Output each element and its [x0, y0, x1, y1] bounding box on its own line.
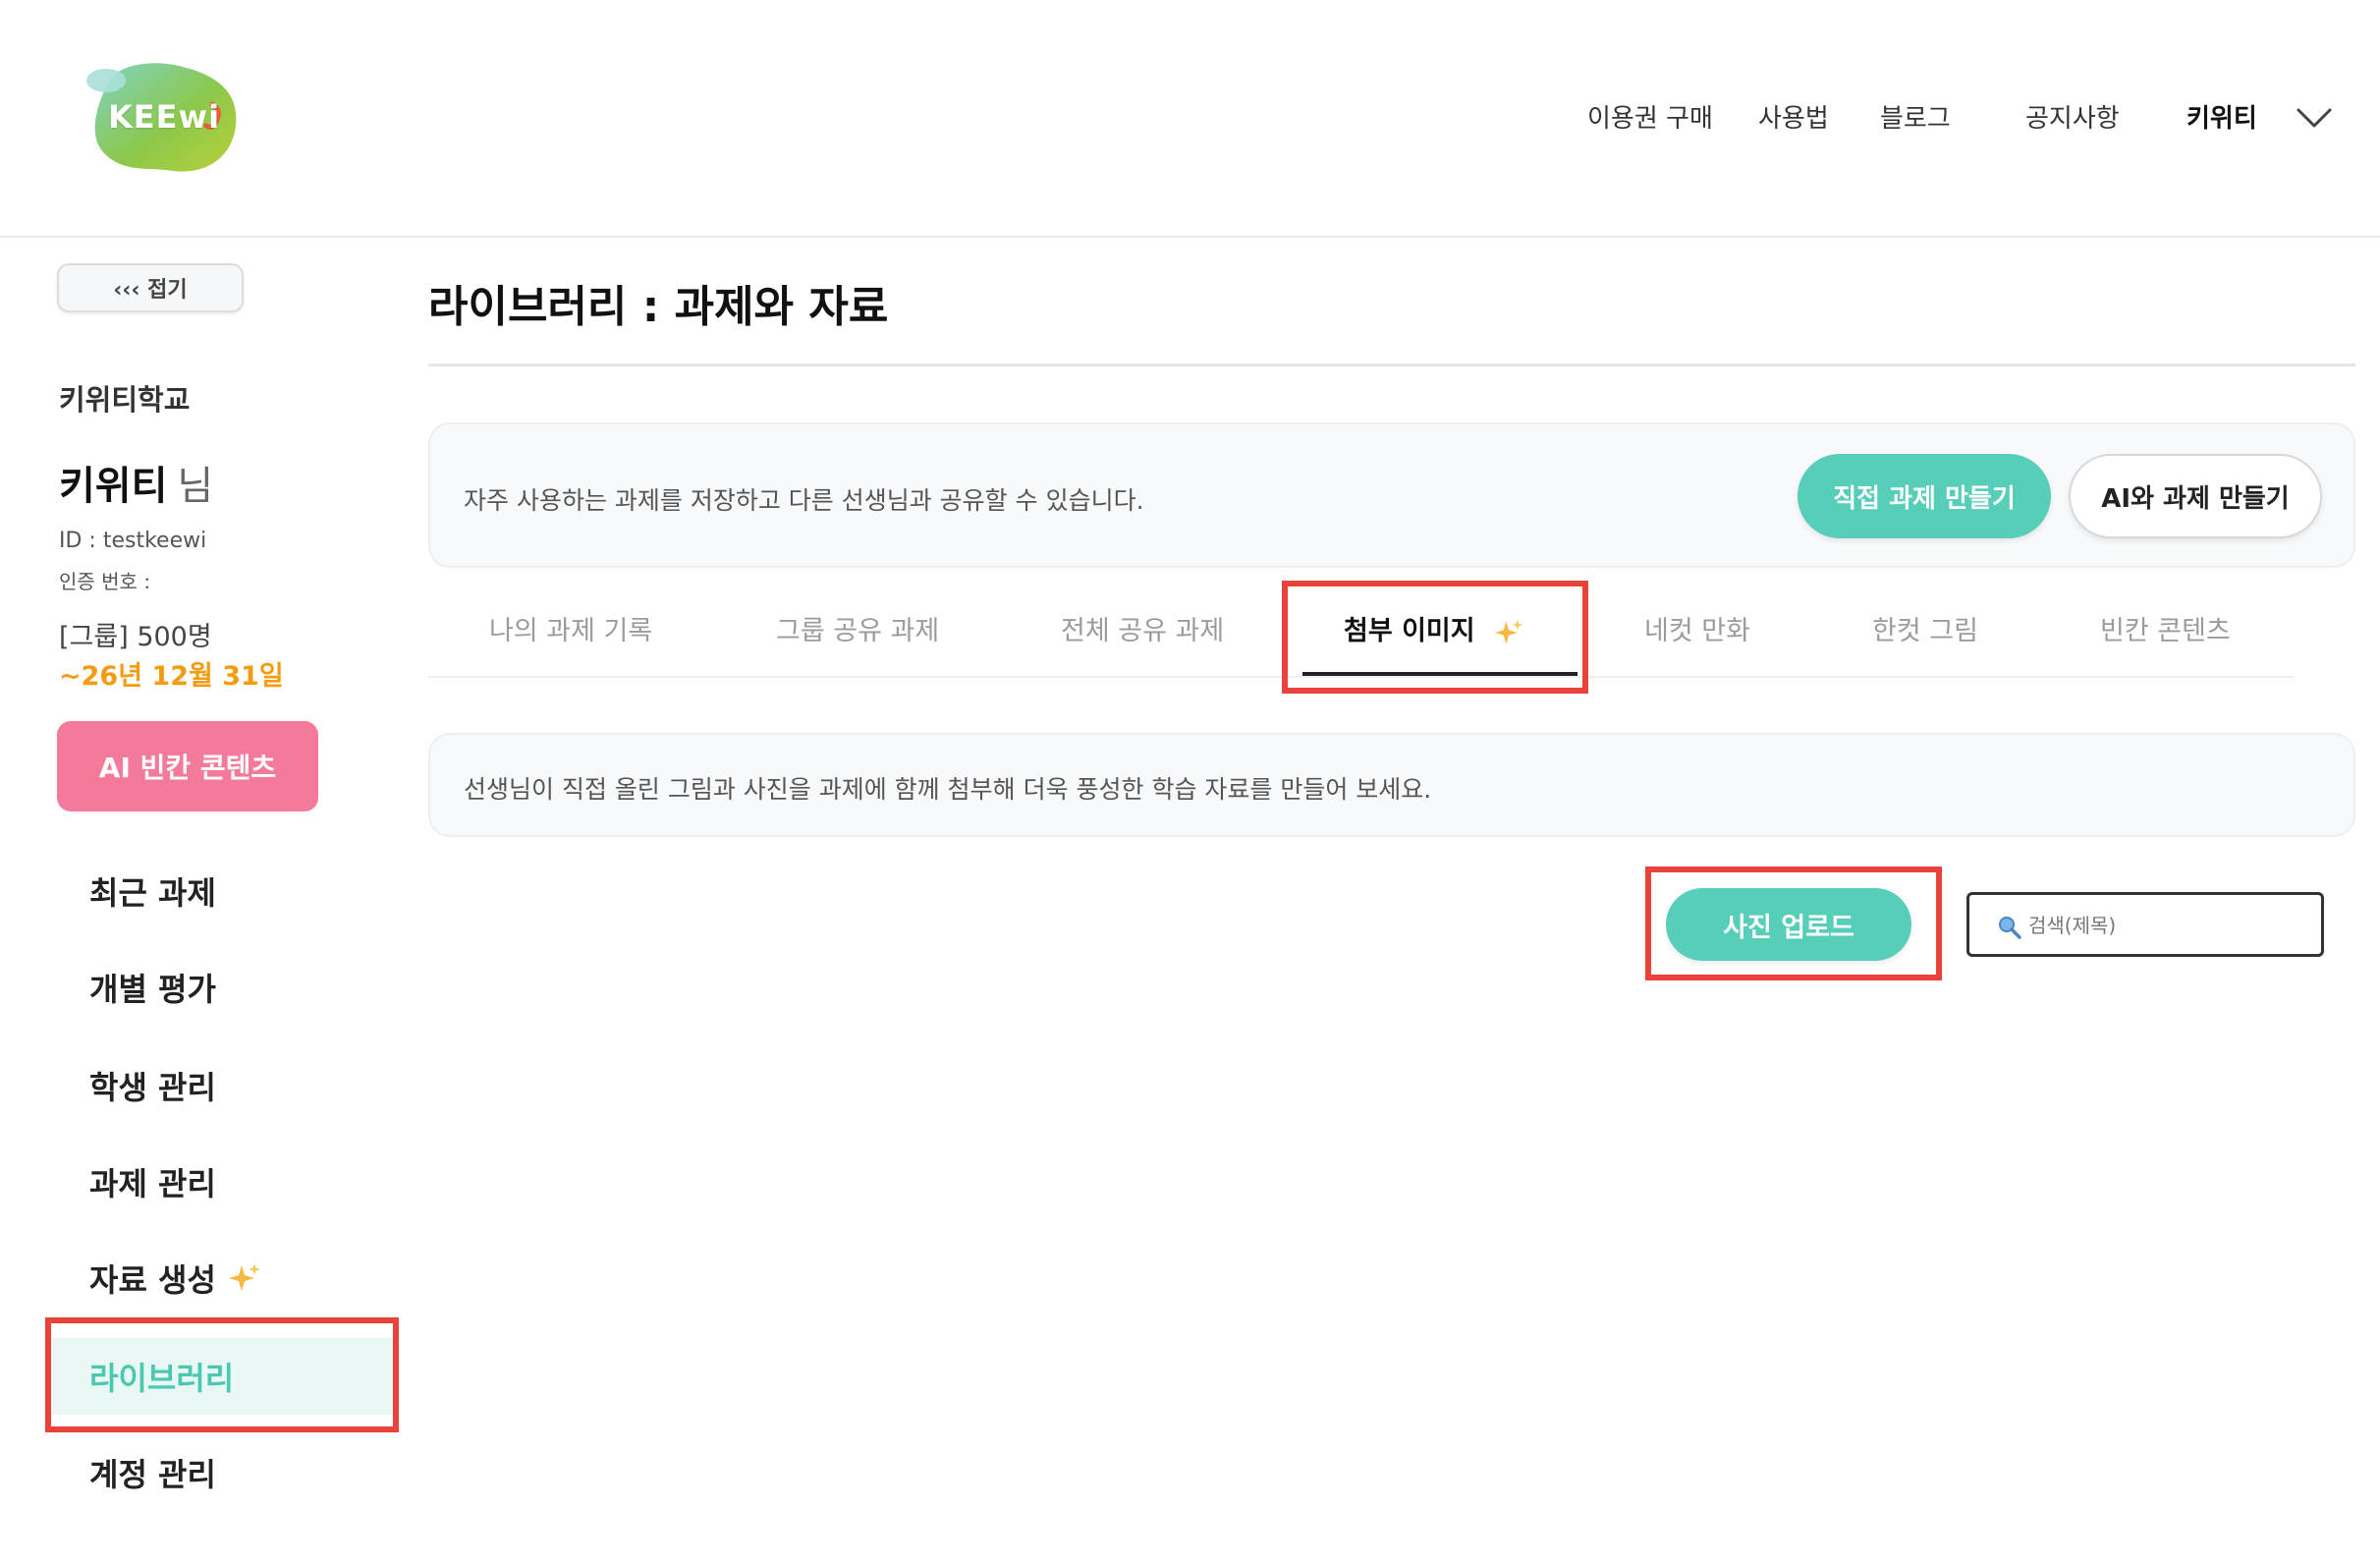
title-divider	[428, 363, 2355, 366]
logo-text: KEEwi	[108, 98, 221, 136]
library-tabs: 나의 과제 기록 그룹 공유 과제 전체 공유 과제 첨부 이미지 네컷 만화 …	[428, 589, 2295, 678]
tab-blank-content[interactable]: 빈칸 콘텐츠	[2100, 609, 2231, 647]
school-name: 키위티학교	[59, 383, 191, 417]
library-info-text: 자주 사용하는 과제를 저장하고 다른 선생님과 공유할 수 있습니다.	[464, 486, 1144, 515]
nav-notice[interactable]: 공지사항	[2025, 98, 2120, 141]
sparkle-icon	[228, 1261, 261, 1295]
search-input[interactable]	[2028, 905, 2313, 946]
create-task-directly-button[interactable]: 직접 과제 만들기	[1798, 454, 2051, 538]
tab-four-cut-comic[interactable]: 네컷 만화	[1644, 609, 1750, 647]
nav-blog[interactable]: 블로그	[1880, 98, 1951, 141]
user-name-text: 키위티	[59, 464, 168, 509]
sidebar-item-material-creation[interactable]: 자료 생성	[47, 1240, 395, 1316]
tab-all-shared[interactable]: 전체 공유 과제	[1061, 609, 1224, 647]
page-title: 라이브러리 : 과제와 자료	[428, 282, 889, 332]
user-id: ID : testkeewi	[59, 529, 207, 553]
upload-photo-button[interactable]: 사진 업로드	[1666, 888, 1911, 961]
sidebar-item-library[interactable]: 라이브러리	[47, 1338, 395, 1415]
header: KEEwi 이용권 구매 사용법 블로그 공지사항 키위티	[0, 0, 2380, 238]
nav-howto[interactable]: 사용법	[1758, 98, 1829, 141]
create-task-with-ai-button[interactable]: AI와 과제 만들기	[2069, 454, 2322, 538]
chevron-down-icon[interactable]	[2295, 98, 2334, 138]
auth-code: 인증 번호 :	[59, 570, 151, 593]
nav-purchase[interactable]: 이용권 구매	[1587, 98, 1713, 141]
tab-one-cut-drawing[interactable]: 한컷 그림	[1872, 609, 1978, 647]
library-info-box: 자주 사용하는 과제를 저장하고 다른 선생님과 공유할 수 있습니다.	[428, 422, 2355, 568]
sidebar-item-account-management[interactable]: 계정 관리	[47, 1434, 395, 1511]
active-tab-indicator	[1302, 672, 1577, 676]
sidebar-item-individual-eval[interactable]: 개별 평가	[47, 949, 395, 1026]
sidebar-item-label: 학생 관리	[89, 1069, 216, 1106]
user-name-suffix: 님	[177, 464, 214, 509]
nav-user-menu[interactable]: 키위티	[2186, 98, 2257, 141]
sidebar-item-label: 라이브러리	[89, 1360, 235, 1397]
plan-info: [그룹] 500명	[59, 622, 212, 652]
sidebar-item-label: 자료 생성	[89, 1261, 216, 1299]
attached-images-hint-box: 선생님이 직접 올린 그림과 사진을 과제에 함께 첨부해 더욱 풍성한 학습 …	[428, 733, 2355, 837]
sparkle-icon	[1494, 618, 1523, 647]
collapse-sidebar-button[interactable]: ‹‹‹ 접기	[57, 263, 244, 312]
attached-images-hint-text: 선생님이 직접 올린 그림과 사진을 과제에 함께 첨부해 더욱 풍성한 학습 …	[464, 775, 1432, 804]
tab-my-tasks[interactable]: 나의 과제 기록	[489, 609, 652, 647]
user-name: 키위티 님	[59, 454, 213, 511]
tab-group-shared[interactable]: 그룹 공유 과제	[776, 609, 939, 647]
keewi-logo[interactable]: KEEwi	[86, 57, 242, 179]
plan-expiry: ~26년 12월 31일	[59, 661, 284, 692]
sidebar-item-recent-tasks[interactable]: 최근 과제	[47, 853, 395, 929]
sidebar-item-label: 최근 과제	[89, 874, 216, 912]
sidebar-item-student-management[interactable]: 학생 관리	[47, 1047, 395, 1124]
tab-attached-images[interactable]: 첨부 이미지	[1344, 609, 1523, 647]
tab-label: 첨부 이미지	[1344, 616, 1475, 646]
search-icon	[1999, 917, 2021, 939]
sidebar-item-label: 계정 관리	[89, 1456, 216, 1493]
sidebar-item-label: 개별 평가	[89, 971, 216, 1008]
ai-blank-content-button[interactable]: AI 빈칸 콘텐츠	[57, 721, 318, 811]
sidebar-item-task-management[interactable]: 과제 관리	[47, 1144, 395, 1220]
sidebar-item-label: 과제 관리	[89, 1165, 216, 1202]
search-box[interactable]	[1966, 892, 2324, 957]
